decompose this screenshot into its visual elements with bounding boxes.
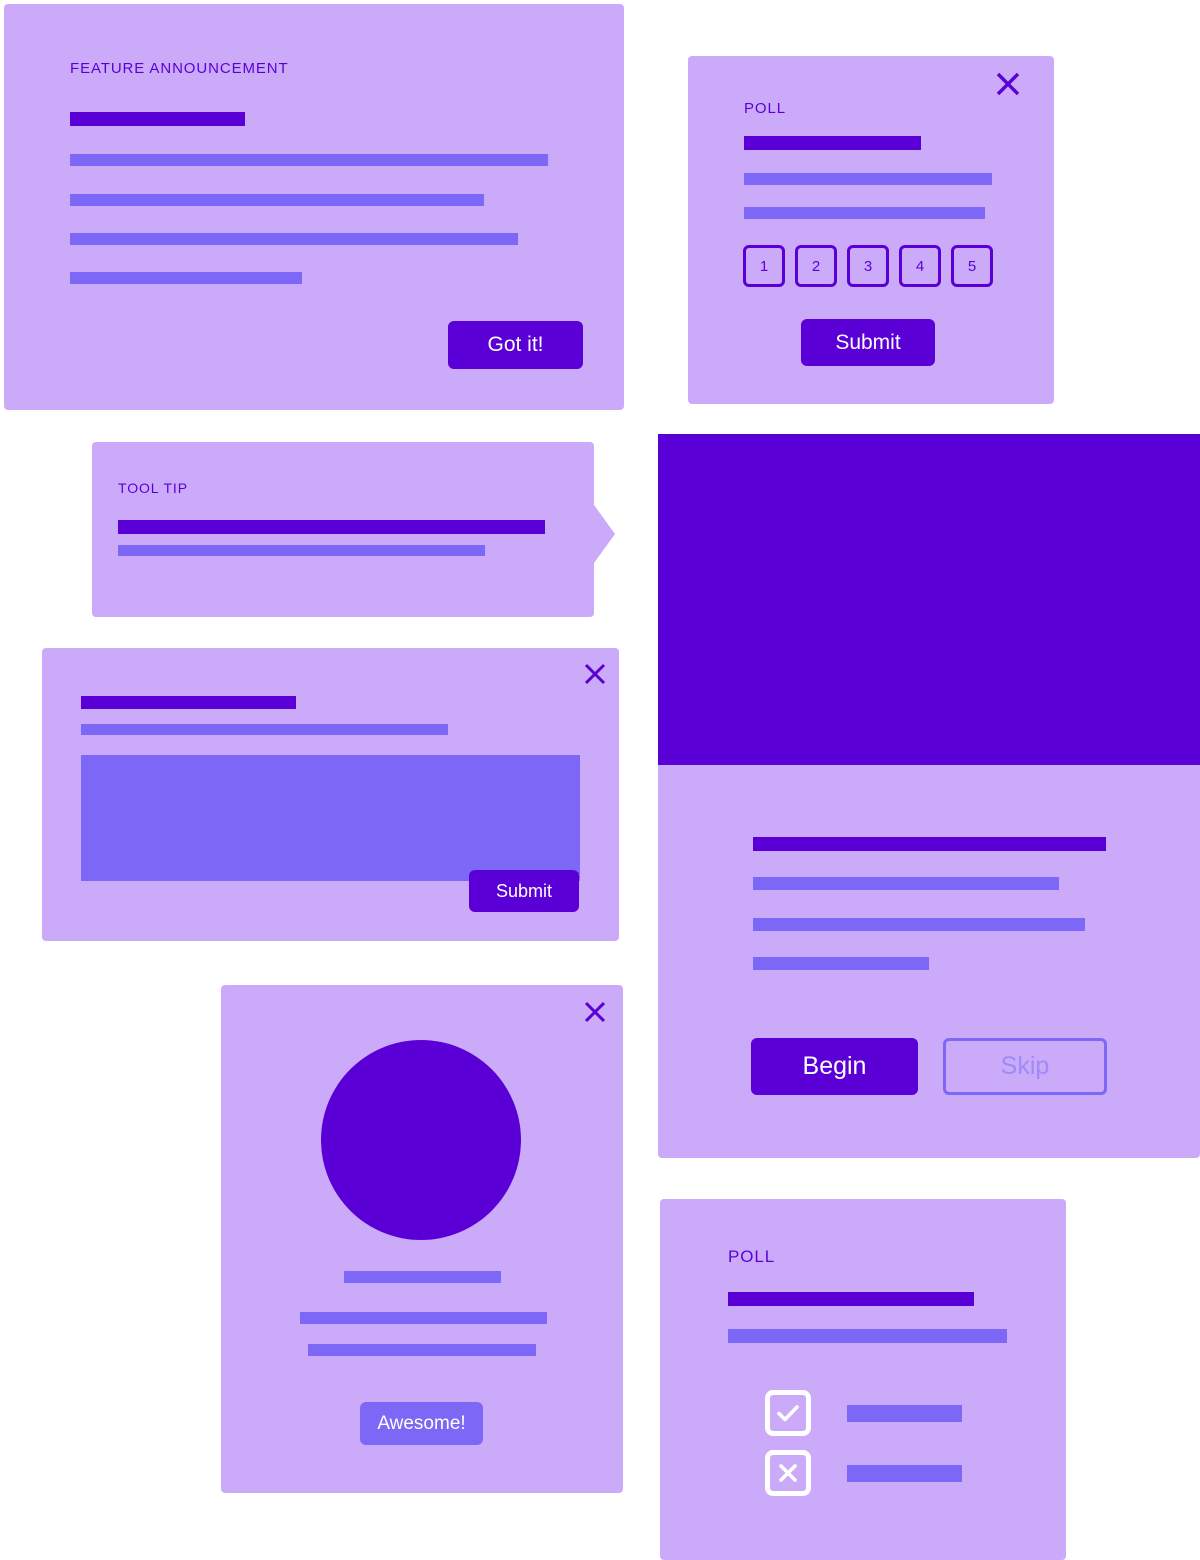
rating-option-3[interactable]: 3	[847, 245, 889, 287]
placeholder-title-bar	[728, 1292, 974, 1306]
cross-icon	[779, 1464, 797, 1482]
got-it-button[interactable]: Got it!	[448, 321, 583, 369]
poll-option-row[interactable]	[765, 1390, 962, 1436]
placeholder-text-bar	[70, 272, 302, 284]
placeholder-title-bar	[81, 696, 296, 709]
placeholder-text-bar	[847, 1464, 962, 1482]
poll-rating-card: POLL 1 2 3 4 5 Submit	[688, 56, 1054, 404]
placeholder-text-bar	[753, 957, 929, 970]
placeholder-text-bar	[300, 1312, 547, 1324]
placeholder-text-bar	[728, 1329, 1007, 1343]
placeholder-text-bar	[744, 173, 992, 185]
poll-rating-submit-button[interactable]: Submit	[801, 319, 935, 366]
rating-option-2[interactable]: 2	[795, 245, 837, 287]
feedback-textarea[interactable]	[81, 755, 580, 881]
onboarding-card: Begin Skip	[658, 434, 1200, 1158]
poll-rating-eyebrow: POLL	[744, 100, 786, 117]
placeholder-text-bar	[70, 194, 484, 206]
close-icon[interactable]	[581, 998, 609, 1026]
feedback-submit-button[interactable]: Submit	[469, 870, 579, 912]
placeholder-title-bar	[753, 837, 1106, 851]
tooltip-eyebrow: TOOL TIP	[118, 480, 188, 496]
awesome-button[interactable]: Awesome!	[360, 1402, 483, 1445]
placeholder-text-bar	[744, 207, 985, 219]
rating-scale: 1 2 3 4 5	[743, 245, 993, 287]
poll-choice-eyebrow: POLL	[728, 1247, 776, 1266]
feature-announcement-eyebrow: FEATURE ANNOUNCEMENT	[70, 60, 289, 77]
placeholder-text-bar	[81, 724, 448, 735]
placeholder-text-bar	[308, 1344, 536, 1356]
placeholder-text-bar	[847, 1404, 962, 1422]
placeholder-text-bar	[753, 877, 1059, 890]
placeholder-text-bar	[344, 1271, 501, 1283]
feedback-form-card: Submit	[42, 648, 619, 941]
placeholder-text-bar	[70, 154, 548, 166]
placeholder-title-bar	[744, 136, 921, 150]
tooltip-pointer-arrow	[594, 505, 616, 563]
checkbox-unchecked[interactable]	[765, 1450, 811, 1496]
placeholder-text-bar	[753, 918, 1085, 931]
poll-choice-card: POLL	[660, 1199, 1066, 1560]
close-icon[interactable]	[994, 70, 1022, 98]
poll-option-row[interactable]	[765, 1450, 962, 1496]
tooltip-card: TOOL TIP	[92, 442, 594, 617]
close-icon[interactable]	[581, 660, 609, 688]
checkbox-checked[interactable]	[765, 1390, 811, 1436]
celebration-card: Awesome!	[221, 985, 623, 1493]
placeholder-text-bar	[118, 545, 485, 556]
hero-image-block	[658, 434, 1200, 765]
rating-option-1[interactable]: 1	[743, 245, 785, 287]
rating-option-5[interactable]: 5	[951, 245, 993, 287]
skip-button[interactable]: Skip	[943, 1038, 1107, 1095]
placeholder-title-bar	[118, 520, 545, 534]
placeholder-text-bar	[70, 233, 518, 245]
check-icon	[777, 1405, 799, 1422]
feature-announcement-card: FEATURE ANNOUNCEMENT Got it!	[4, 4, 624, 410]
circle-illustration	[321, 1040, 521, 1240]
placeholder-title-bar	[70, 112, 245, 126]
begin-button[interactable]: Begin	[751, 1038, 918, 1095]
rating-option-4[interactable]: 4	[899, 245, 941, 287]
